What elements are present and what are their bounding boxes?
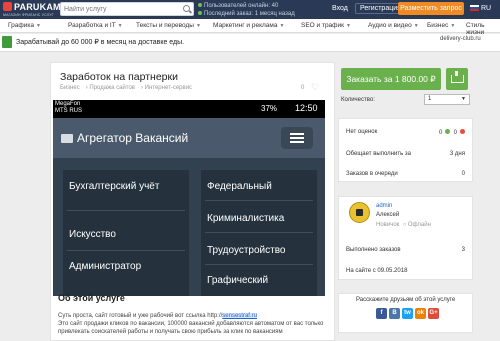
top-bar: PARUKAM МАГАЗИН ФРИЛАНС УСЛУГ Пользовате… — [0, 0, 500, 19]
site-stats: Пользователей онлайн: 40 Последний заказ… — [198, 2, 295, 18]
logo-icon — [3, 2, 12, 11]
banner-text: Зарабатывай до 60 000 ₽ в месяц на доста… — [16, 39, 185, 46]
flag-icon — [470, 5, 479, 11]
breadcrumb: Бизнес › Продажа сайтов › Интернет-сервис — [60, 85, 193, 91]
vacancy-item: Криминалистика — [207, 213, 285, 224]
category-marketing[interactable]: Маркетинг и реклама ▼ — [213, 22, 284, 29]
vacancy-list-left: Бухгалтерский учёт Искусство Администрат… — [63, 170, 189, 296]
ratings-values: 0 0 — [439, 129, 465, 136]
menu-icon — [281, 127, 313, 149]
banner-image — [2, 36, 12, 48]
chevron-down-icon: ▼ — [35, 23, 41, 29]
seller-panel: admin Алексей Новичок ○ Офлайн Выполнено… — [338, 196, 473, 280]
logo-text: PARUKAM — [14, 2, 61, 12]
breadcrumb-item[interactable]: Интернет-сервис — [145, 85, 192, 91]
share-title: Расскажите друзьям об этой услуге — [356, 297, 456, 303]
search-box — [60, 2, 194, 16]
heart-icon[interactable]: ♡ — [311, 83, 320, 92]
site-logo[interactable]: PARUKAM — [3, 2, 61, 12]
done-value: 3 — [461, 247, 465, 253]
chevron-down-icon: ▼ — [346, 23, 351, 29]
breadcrumb-item[interactable]: Продажа сайтов — [89, 85, 135, 91]
vacancy-item: Графический — [207, 275, 269, 286]
vacancy-item: Администратор — [69, 261, 142, 272]
service-link[interactable]: sensestraf.ru — [222, 313, 257, 319]
vacancy-item: Трудоустройство — [207, 245, 286, 256]
vk-icon[interactable]: В — [389, 308, 400, 319]
google-plus-icon[interactable]: G+ — [428, 308, 439, 319]
category-texts[interactable]: Тексты и переводы ▼ — [136, 22, 201, 29]
app-header: Агрегатор Вакансий — [53, 118, 325, 158]
quantity-value: 1 — [428, 96, 432, 102]
category-business[interactable]: Бизнес ▼ — [427, 22, 455, 29]
category-it[interactable]: Разработка и IT ▼ — [68, 22, 123, 29]
done-label: Выполнено заказов — [346, 247, 401, 253]
delivery-label: Обещает выполнить за — [346, 151, 411, 157]
phone-status-bar: MegaFon MTS RUS 37% 12:50 — [53, 100, 325, 118]
quantity-select[interactable]: 1 ▼ — [424, 94, 470, 105]
share-panel: Расскажите друзьям об этой услуге f В tw… — [338, 293, 473, 333]
queue-value: 0 — [461, 171, 465, 177]
service-card: Заработок на партнерки Бизнес › Продажа с… — [50, 62, 335, 341]
logo-subtitle: МАГАЗИН ФРИЛАНС УСЛУГ — [3, 13, 54, 17]
delivery-value: 3 дня — [449, 151, 465, 157]
search-icon[interactable] — [183, 5, 190, 12]
category-bar: Графика ▼ Разработка и IT ▼ Тексты и перев… — [0, 19, 500, 36]
last-order: Последний заказ: 1 месяц назад — [204, 11, 295, 17]
operator-info: MegaFon MTS RUS — [55, 101, 82, 114]
facebook-icon[interactable]: f — [376, 308, 387, 319]
breadcrumb-item[interactable]: Бизнес — [60, 85, 80, 91]
service-title: Заработок на партнерки — [60, 71, 178, 83]
chevron-down-icon: ▼ — [413, 23, 419, 29]
negative-dot-icon — [460, 129, 465, 134]
service-screenshot[interactable]: MegaFon MTS RUS 37% 12:50 Агрегатор Вакан… — [53, 100, 325, 296]
category-seo[interactable]: SEO и трафик ▼ — [301, 22, 351, 29]
odnoklassniki-icon[interactable]: ok — [415, 308, 426, 319]
seller-since: На сайте с 09.05.2018 — [346, 268, 408, 274]
seller-status: Новичок ○ Офлайн — [376, 222, 431, 228]
positive-dot-icon — [445, 129, 451, 134]
online-users: Пользователей онлайн: 40 — [204, 3, 279, 9]
briefcase-icon — [61, 134, 73, 143]
queue-label: Заказов в очереди — [346, 171, 398, 177]
vacancy-list-right: Федеральный Криминалистика Трудоустройст… — [201, 170, 317, 296]
likes-count: 0 — [301, 85, 305, 91]
post-request-button[interactable]: Разместить запрос — [398, 2, 464, 15]
about-title: Об этой услуге — [58, 293, 125, 303]
language-label: RU — [481, 5, 492, 12]
order-button[interactable]: Заказать за 1 800.00 ₽ — [341, 68, 441, 90]
quantity-label: Количество: — [341, 97, 375, 103]
order-dot-icon — [198, 11, 202, 15]
vacancy-item: Искусство — [69, 229, 116, 240]
ad-banner[interactable]: Зарабатывай до 60 000 ₽ в месяц на доста… — [0, 34, 500, 52]
battery-level: 37% — [261, 104, 278, 113]
chevron-down-icon: ▼ — [279, 23, 285, 29]
chevron-down-icon: ▼ — [461, 96, 466, 102]
vacancy-item: Федеральный — [207, 181, 272, 192]
avatar[interactable] — [349, 202, 370, 223]
chevron-down-icon: ▼ — [117, 23, 123, 29]
category-graphics[interactable]: Графика ▼ — [8, 22, 41, 29]
seller-fullname: Алексей — [376, 212, 400, 218]
cart-icon[interactable] — [446, 68, 468, 90]
app-title: Агрегатор Вакансий — [77, 131, 189, 145]
category-audio-video[interactable]: Аудио и видео ▼ — [368, 22, 419, 29]
service-description: Суть проста, сайт готовый и уже рабочий … — [58, 313, 324, 335]
banner-site: delivery-club.ru — [440, 36, 481, 42]
ratings-label: Нет оценок — [346, 129, 378, 135]
phone-time: 12:50 — [295, 103, 318, 113]
stats-panel: Нет оценок 0 0 Обещает выполнить за 3 дн… — [338, 118, 473, 182]
chevron-down-icon: ▼ — [195, 23, 201, 29]
twitter-icon[interactable]: tw — [402, 308, 413, 319]
chevron-down-icon: ▼ — [450, 23, 456, 29]
vacancy-item: Бухгалтерский учёт — [69, 181, 160, 192]
search-input[interactable] — [61, 3, 179, 15]
online-dot-icon — [198, 3, 202, 7]
seller-name[interactable]: admin — [376, 203, 392, 209]
language-selector[interactable]: RU — [470, 2, 496, 15]
login-link[interactable]: Вход — [332, 5, 348, 12]
